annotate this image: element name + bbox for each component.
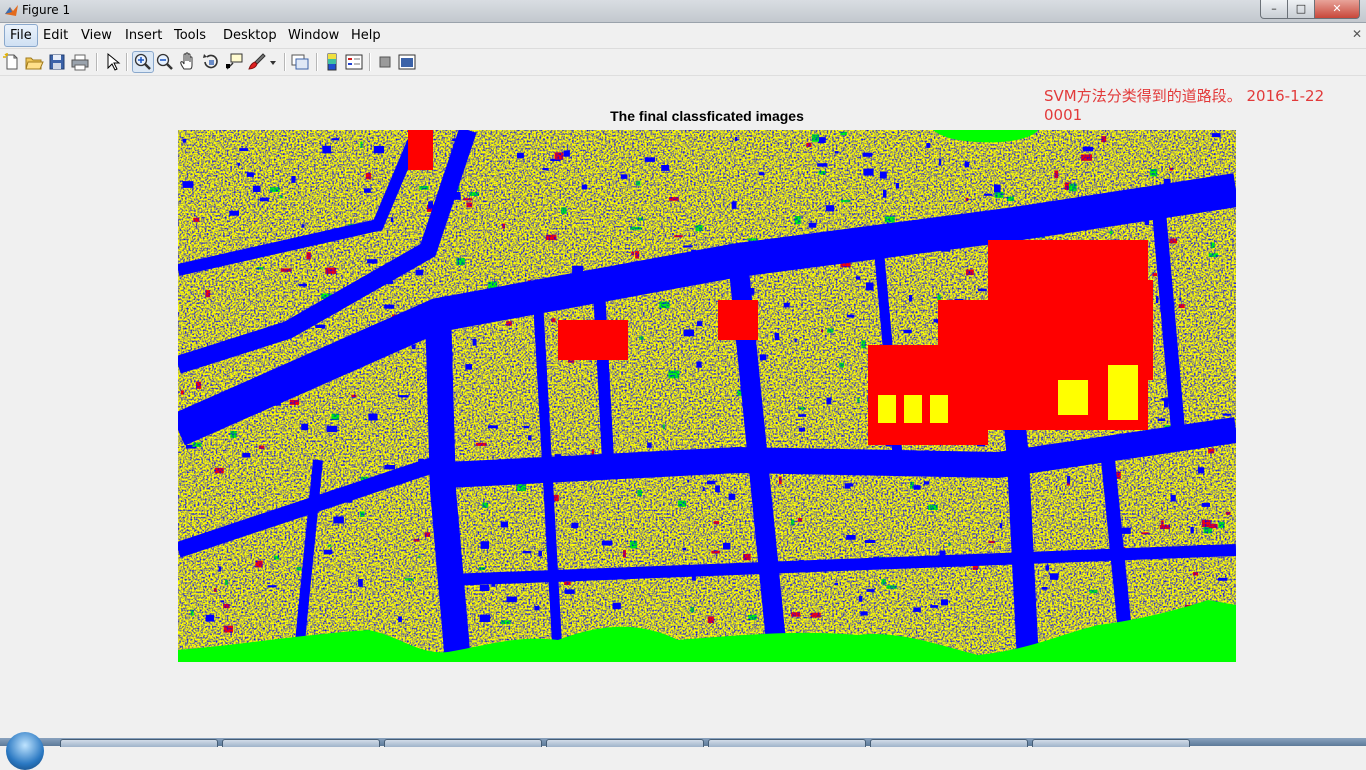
dock-close-icon[interactable]: ✕ xyxy=(1352,27,1362,41)
data-cursor-icon[interactable] xyxy=(224,52,244,72)
menu-file[interactable]: File xyxy=(4,24,38,47)
menu-edit[interactable]: Edit xyxy=(38,25,73,46)
toolbar-separator xyxy=(126,53,128,71)
minimize-button[interactable]: – xyxy=(1260,0,1288,19)
insert-colorbar-icon[interactable] xyxy=(322,52,342,72)
close-button[interactable]: ✕ xyxy=(1314,0,1360,19)
window-title: Figure 1 xyxy=(22,3,71,17)
new-figure-icon[interactable] xyxy=(2,52,22,72)
menu-window[interactable]: Window xyxy=(283,25,344,46)
print-icon[interactable] xyxy=(70,52,90,72)
toolbar-separator xyxy=(316,53,318,71)
menu-help[interactable]: Help xyxy=(346,25,386,46)
link-plot-icon[interactable] xyxy=(290,52,310,72)
save-icon[interactable] xyxy=(47,52,67,72)
menu-insert[interactable]: Insert xyxy=(120,25,167,46)
toolbar-separator xyxy=(369,53,371,71)
insert-legend-icon[interactable] xyxy=(344,52,364,72)
show-plot-tools-icon[interactable] xyxy=(397,52,417,72)
annotation-line-2: 0001 xyxy=(1044,106,1083,124)
menu-view[interactable]: View xyxy=(76,25,117,46)
maximize-button[interactable]: □ xyxy=(1287,0,1315,19)
menu-tools[interactable]: Tools xyxy=(169,25,211,46)
edit-plot-arrow-icon[interactable] xyxy=(102,52,122,72)
matlab-logo-icon xyxy=(5,5,18,16)
start-button-icon[interactable] xyxy=(6,732,44,770)
pan-hand-icon[interactable] xyxy=(178,52,198,72)
title-bar: Figure 1 – □ ✕ xyxy=(0,0,1366,23)
zoom-out-icon[interactable] xyxy=(155,52,175,72)
rotate-3d-icon[interactable] xyxy=(201,52,221,72)
annotation-line-1: SVM方法分类得到的道路段。 2016-1-22 xyxy=(1044,87,1325,105)
toolbar-separator xyxy=(96,53,98,71)
classified-image[interactable] xyxy=(178,130,1236,662)
toolbar-separator xyxy=(284,53,286,71)
brush-dropdown-icon[interactable] xyxy=(268,52,278,72)
figure-toolbar xyxy=(0,49,1366,76)
menu-bar: File Edit View Insert Tools Desktop Wind… xyxy=(0,23,1366,49)
zoom-in-icon[interactable] xyxy=(132,51,154,73)
brush-icon[interactable] xyxy=(247,52,267,72)
open-file-icon[interactable] xyxy=(24,52,44,72)
hide-plot-tools-icon[interactable] xyxy=(375,52,395,72)
menu-desktop[interactable]: Desktop xyxy=(218,25,282,46)
annotation-text: SVM方法分类得到的道路段。 2016-1-22 0001 xyxy=(1044,87,1354,125)
